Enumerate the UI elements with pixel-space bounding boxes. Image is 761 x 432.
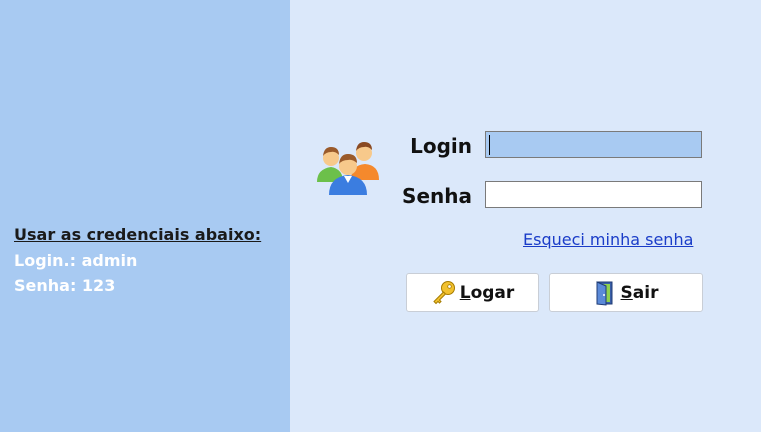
credentials-password: Senha: 123 — [14, 276, 116, 295]
credentials-login: Login.: admin — [14, 251, 138, 270]
credentials-panel: Usar as credenciais abaixo: Login.: admi… — [0, 0, 290, 432]
users-group-icon — [317, 142, 379, 195]
login-panel — [290, 0, 761, 432]
login-label: Login — [410, 134, 472, 158]
login-button-label: Logar — [459, 282, 515, 303]
forgot-password-link[interactable]: Esqueci minha senha — [523, 230, 693, 249]
password-label: Senha — [402, 184, 472, 208]
exit-button-label: Sair — [620, 282, 659, 303]
key-icon — [433, 280, 455, 304]
exit-button[interactable]: Sair — [549, 273, 703, 312]
door-exit-icon — [596, 280, 613, 306]
login-input[interactable] — [485, 131, 702, 158]
password-input[interactable] — [485, 181, 702, 208]
credentials-title: Usar as credenciais abaixo: — [14, 225, 262, 244]
text-caret — [489, 135, 490, 155]
login-button[interactable]: Logar — [406, 273, 539, 312]
